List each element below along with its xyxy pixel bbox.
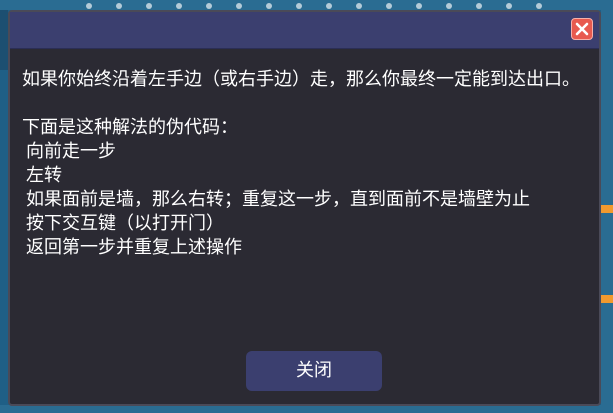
close-button[interactable]: 关闭 [246, 351, 382, 391]
background-wall [0, 0, 8, 70]
close-x-button[interactable] [571, 18, 593, 40]
pseudocode-step: 返回第一步并重复上述操作 [26, 237, 242, 258]
pseudocode-step: 左转 [26, 165, 62, 186]
pseudocode-label: 下面是这种解法的伪代码： [22, 117, 238, 138]
background-board-top [0, 0, 613, 10]
background-board-bottom [0, 405, 613, 413]
background-board-right [601, 0, 613, 413]
pseudocode-step: 如果面前是墙，那么右转；重复这一步，直到面前不是墙壁为止 [26, 189, 530, 210]
dialog-intro: 如果你始终沿着左手边（或右手边）走，那么你最终一定能到达出口。 [22, 69, 580, 90]
dialog-message: 如果你始终沿着左手边（或右手边）走，那么你最终一定能到达出口。 下面是这种解法的… [22, 68, 595, 260]
dialog-titlebar [10, 12, 599, 49]
close-x-icon [575, 22, 589, 36]
hint-dialog: 如果你始终沿着左手边（或右手边）走，那么你最终一定能到达出口。 下面是这种解法的… [8, 10, 601, 406]
pseudocode-step: 向前走一步 [26, 141, 116, 162]
pseudocode-step: 按下交互键（以打开门） [26, 213, 224, 234]
